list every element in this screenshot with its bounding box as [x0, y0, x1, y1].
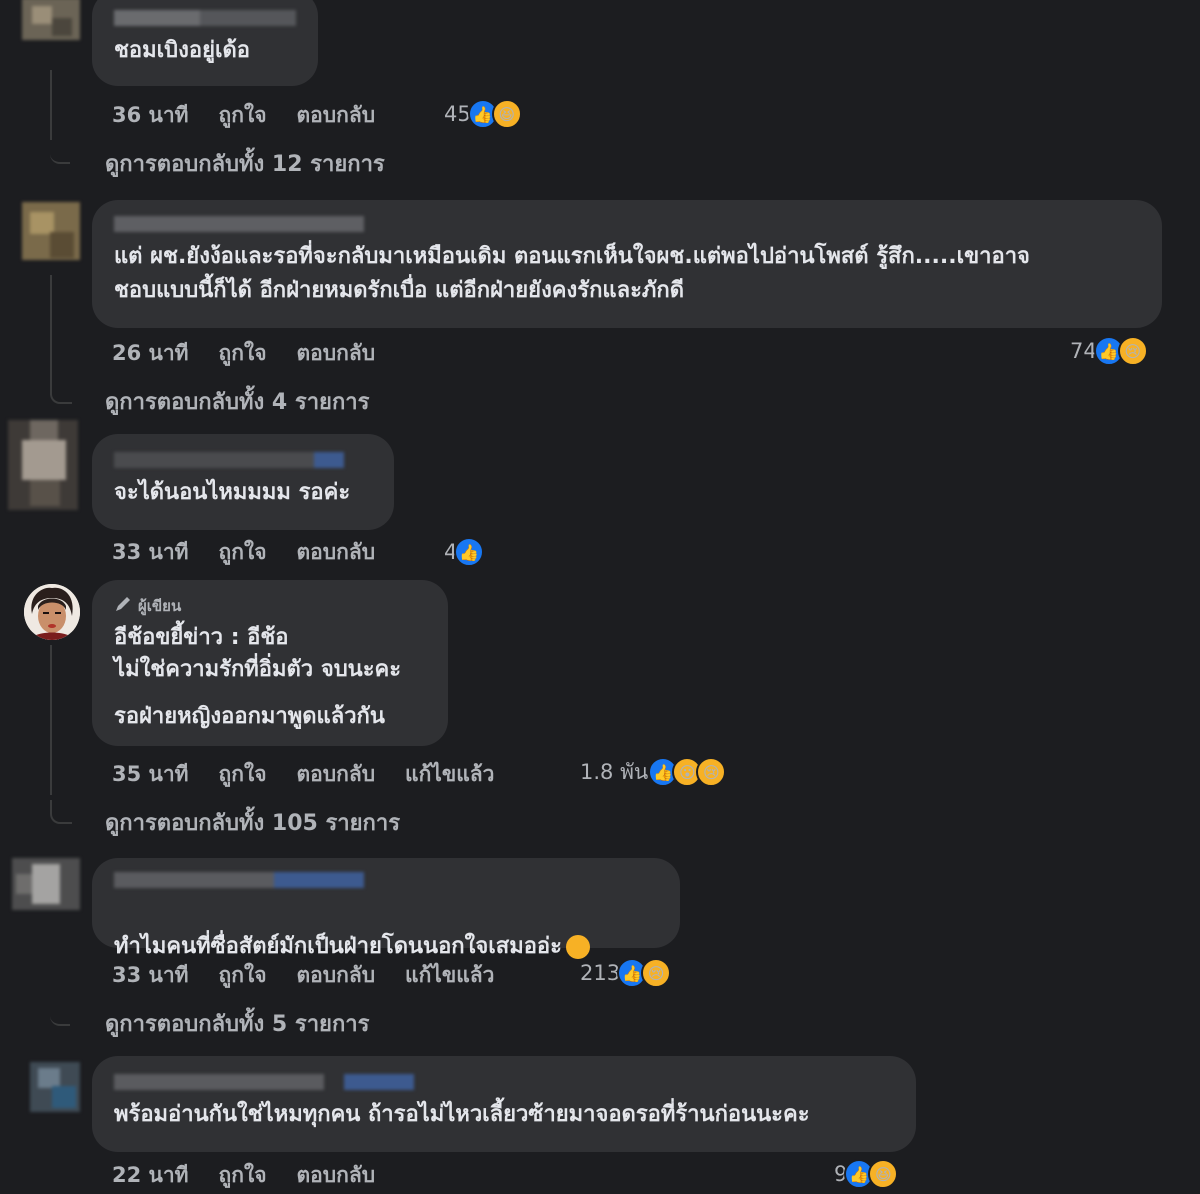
comment-text: จะได้นอนไหมมมม รอค่ะ: [114, 480, 351, 505]
comment-text-paragraph: รอฝ่ายหญิงออกมาพูดแล้วกัน: [114, 704, 385, 729]
view-replies-link[interactable]: ดูการตอบกลับทั้ง 105 รายการ: [105, 805, 400, 840]
reaction-summary[interactable]: 45 👍 😆: [444, 97, 522, 131]
comment-time[interactable]: 22 นาที: [112, 1159, 189, 1192]
reply-button[interactable]: ตอบกลับ: [297, 1159, 376, 1192]
author-name-blurred[interactable]: [114, 8, 296, 28]
reaction-count: 45: [444, 102, 471, 126]
comment-meta: 33 นาที ถูกใจ ตอบกลับ: [112, 535, 405, 569]
comment-text-body: ทำไมคนที่ซื่อสัตย์มักเป็นฝ่ายโดนนอกใจเสม…: [114, 934, 562, 959]
comment-meta: 35 นาที ถูกใจ ตอบกลับ แก้ไขแล้ว: [112, 757, 524, 791]
comment-bubble: แต่ ผช.ยังง้อและรอที่จะกลับมาเหมือนเดิม …: [92, 200, 1162, 328]
comment-bubble: ทำไมคนที่ซื่อสัตย์มักเป็นฝ่ายโดนนอกใจเสม…: [92, 858, 680, 959]
comment-bubble: พร้อมอ่านกันใช่ไหมทุกคน ถ้ารอไม่ไหวเลี้ย…: [92, 1056, 916, 1152]
reaction-count: 1.8 พัน: [580, 759, 649, 784]
author-name-blurred[interactable]: [114, 870, 658, 890]
comment-time[interactable]: 36 นาที: [112, 99, 189, 132]
comment-time[interactable]: 33 นาที: [112, 959, 189, 992]
comment-text: อีช้อขยี้ข่าว : อีช้อ ไม่ใช่ความรักที่อิ…: [114, 625, 402, 682]
laugh-reaction-icon: 😆: [868, 1159, 899, 1189]
author-name-blurred[interactable]: [114, 1072, 894, 1092]
avatar[interactable]: [12, 858, 80, 910]
comment-meta: 26 นาที ถูกใจ ตอบกลับ: [112, 336, 405, 370]
thread-connector: [50, 380, 72, 404]
reaction-count: 74: [1070, 339, 1097, 363]
avatar[interactable]: [24, 584, 80, 640]
avatar[interactable]: [22, 0, 80, 40]
thread-line: [50, 70, 52, 140]
avatar[interactable]: [8, 420, 78, 510]
laugh-reaction-icon: 😆: [491, 99, 522, 129]
reaction-summary[interactable]: 213 👍 😢: [580, 956, 672, 990]
comment-meta: 22 นาที ถูกใจ ตอบกลับ: [112, 1158, 405, 1192]
thread-connector: [50, 1002, 70, 1026]
author-name-blurred[interactable]: [114, 450, 372, 470]
reaction-summary[interactable]: 9 👍 😆: [834, 1157, 899, 1191]
comment-meta: 33 นาที ถูกใจ ตอบกลับ แก้ไขแล้ว: [112, 958, 524, 992]
thread-connector: [50, 800, 72, 824]
reply-button[interactable]: ตอบกลับ: [297, 959, 376, 992]
avatar[interactable]: [30, 1062, 80, 1112]
avatar[interactable]: [22, 202, 80, 260]
reply-button[interactable]: ตอบกลับ: [297, 536, 376, 569]
sad-reaction-icon: 😢: [641, 958, 672, 988]
sad-reaction-icon: 😢: [1117, 336, 1148, 366]
author-name-blurred[interactable]: [114, 214, 1140, 234]
thread-line: [50, 275, 52, 395]
reaction-count: 213: [580, 961, 621, 985]
pen-icon: [114, 595, 132, 617]
comment-bubble: ผู้เขียน อีช้อขยี้ข่าว : อีช้อ ไม่ใช่ควา…: [92, 580, 448, 746]
author-badge: ผู้เขียน: [114, 594, 426, 618]
comment-bubble: ชอมเบิงอยู่เด้อ: [92, 0, 318, 86]
comment-time[interactable]: 26 นาที: [112, 337, 189, 370]
comment-time[interactable]: 35 นาที: [112, 758, 189, 791]
comment-text: ทำไมคนที่ซื่อสัตย์มักเป็นฝ่ายโดนนอกใจเสม…: [114, 896, 658, 964]
thread-line: [50, 645, 52, 795]
reply-button[interactable]: ตอบกลับ: [297, 99, 376, 132]
like-button[interactable]: ถูกใจ: [219, 758, 267, 791]
comment-bubble: จะได้นอนไหมมมม รอค่ะ: [92, 434, 394, 530]
view-replies-link[interactable]: ดูการตอบกลับทั้ง 12 รายการ: [105, 146, 385, 181]
sad-reaction-icon: 😢: [696, 757, 727, 787]
comments-panel: ชอมเบิงอยู่เด้อ 36 นาที ถูกใจ ตอบกลับ 45…: [0, 0, 1200, 1194]
like-button[interactable]: ถูกใจ: [219, 536, 267, 569]
edited-label[interactable]: แก้ไขแล้ว: [405, 758, 494, 791]
comment-time[interactable]: 33 นาที: [112, 536, 189, 569]
comment-text: แต่ ผช.ยังง้อและรอที่จะกลับมาเหมือนเดิม …: [114, 244, 1030, 303]
reply-button[interactable]: ตอบกลับ: [297, 337, 376, 370]
like-button[interactable]: ถูกใจ: [219, 99, 267, 132]
like-button[interactable]: ถูกใจ: [219, 1159, 267, 1192]
author-badge-label: ผู้เขียน: [138, 597, 182, 615]
thread-connector: [50, 140, 70, 164]
comment-meta: 36 นาที ถูกใจ ตอบกลับ: [112, 98, 405, 132]
like-button[interactable]: ถูกใจ: [219, 337, 267, 370]
reaction-summary[interactable]: 4 👍: [444, 535, 485, 569]
like-reaction-icon: 👍: [454, 537, 485, 567]
view-replies-link[interactable]: ดูการตอบกลับทั้ง 4 รายการ: [105, 384, 369, 419]
like-button[interactable]: ถูกใจ: [219, 959, 267, 992]
reaction-summary[interactable]: 74 👍 😢: [1070, 334, 1148, 368]
reply-button[interactable]: ตอบกลับ: [297, 758, 376, 791]
view-replies-link[interactable]: ดูการตอบกลับทั้ง 5 รายการ: [105, 1006, 369, 1041]
comment-text: ชอมเบิงอยู่เด้อ: [114, 38, 250, 63]
comment-text: พร้อมอ่านกันใช่ไหมทุกคน ถ้ารอไม่ไหวเลี้ย…: [114, 1102, 810, 1127]
edited-label[interactable]: แก้ไขแล้ว: [405, 959, 494, 992]
reaction-summary[interactable]: 1.8 พัน 👍 😮 😢: [580, 755, 727, 789]
